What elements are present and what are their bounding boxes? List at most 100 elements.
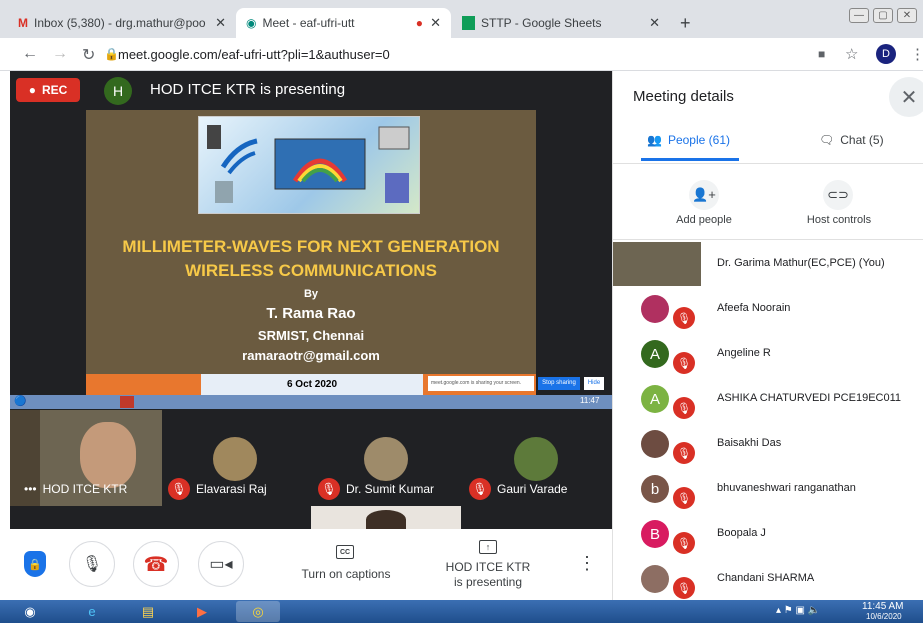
captions-icon[interactable]: CC [336, 545, 354, 559]
mic-off-icon: 🎙 [673, 577, 695, 599]
more-options-icon[interactable]: ⋮ [578, 553, 596, 574]
participant-name: Afeefa Noorain [717, 302, 791, 314]
participant-row[interactable]: 🎙 Afeefa Noorain [613, 287, 923, 332]
windows-taskbar: ◉ e ▤ ▶ ◎ ▴ ⚑ ▣ 🔈 11:45 AM 10/6/2020 [0, 600, 923, 623]
taskbar-date[interactable]: 10/6/2020 [866, 612, 902, 621]
host-controls-button[interactable]: Host controls [789, 214, 889, 226]
sheets-icon [462, 16, 475, 30]
participant-name: bhuvaneshwari ranganathan [717, 482, 856, 494]
star-icon[interactable]: ☆ [845, 45, 858, 63]
chrome-icon[interactable]: ◎ [236, 601, 280, 622]
microphone-icon: 🎙 [81, 556, 103, 573]
partial-video-tile [311, 506, 461, 529]
internet-explorer-icon[interactable]: e [74, 601, 110, 622]
new-tab-button[interactable]: + [680, 13, 691, 34]
start-button-icon[interactable]: ◉ [8, 601, 52, 622]
participant-row[interactable]: 🎙 Baisakhi Das [613, 422, 923, 467]
meeting-details-panel: Meeting details ✕ 👥 People (61) 🗨 Chat (5)… [612, 71, 923, 600]
tab-meet[interactable]: ◉ Meet - eaf-ufri-utt ● ✕ [236, 8, 451, 38]
self-video-thumbnail [613, 242, 701, 286]
add-person-icon[interactable]: 👤+ [689, 180, 719, 210]
slide-title-line-2: WIRELESS COMMUNICATIONS [185, 261, 437, 280]
meeting-controls-bar: 🔒 🎙 ☎ ▭◂ CC Turn on captions ↑ HOD ITCE … [0, 529, 612, 600]
microphone-button[interactable]: 🎙 [69, 541, 115, 587]
more-icon[interactable]: ••• [24, 482, 37, 496]
mic-off-icon: 🎙 [673, 352, 695, 374]
captions-label[interactable]: Turn on captions [298, 567, 394, 581]
add-people-button[interactable]: Add people [659, 214, 749, 226]
taskbar-time[interactable]: 11:45 AM [862, 601, 904, 612]
tab-title: Meet - eaf-ufri-utt [262, 16, 355, 30]
mic-off-icon: 🎙 [673, 397, 695, 419]
camera-icon[interactable]: ■ [818, 47, 825, 61]
mic-off-icon: 🎙 [318, 478, 340, 500]
mic-off-icon: 🎙 [469, 478, 491, 500]
hang-up-button[interactable]: ☎ [133, 541, 179, 587]
address-bar: ← → ↻ 🔒 meet.google.com/eaf-ufri-utt?pli… [0, 38, 923, 71]
participant-face [80, 422, 136, 488]
participant-row[interactable]: B 🎙 Boopala J [613, 512, 923, 557]
slide-date: 6 Oct 2020 [201, 374, 423, 395]
participant-avatar: A [641, 340, 669, 368]
tile-name-sumit: 🎙 Dr. Sumit Kumar [318, 478, 434, 500]
lock-icon: 🔒 [104, 47, 119, 61]
tray-icons[interactable]: ▴ ⚑ ▣ 🔈 [776, 605, 820, 616]
participant-row[interactable]: A 🎙 ASHIKA CHATURVEDI PCE19EC011 [613, 377, 923, 422]
close-icon[interactable]: ✕ [430, 15, 441, 31]
tab-chat[interactable]: 🗨 Chat (5) [819, 133, 884, 147]
shared-taskbar-strip: 🔵 11:47 [10, 395, 612, 409]
reload-icon[interactable]: ↻ [82, 45, 95, 65]
slide-author: T. Rama Rao [266, 305, 356, 322]
participant-hair [366, 510, 406, 529]
avatar-elavarasi [213, 437, 257, 481]
participant-row[interactable]: 🎙 Chandani SHARMA [613, 557, 923, 602]
participant-name: Dr. Garima Mathur(EC,PCE) (You) [717, 257, 885, 269]
maximize-icon[interactable]: ▢ [873, 8, 893, 23]
close-icon[interactable]: ✕ [215, 15, 226, 31]
kebab-menu-icon[interactable]: ⋮ [910, 45, 923, 63]
participant-name: Boopala J [717, 527, 766, 539]
participant-row[interactable]: A 🎙 Angeline R [613, 332, 923, 377]
camera-button[interactable]: ▭◂ [198, 541, 244, 587]
toggle-icon[interactable]: ⊂⊃ [823, 180, 853, 210]
mic-off-icon: 🎙 [168, 478, 190, 500]
minimize-icon[interactable]: — [849, 8, 869, 23]
share-notice: meet.google.com is sharing your screen. [428, 376, 534, 391]
present-label-line-2[interactable]: is presenting [440, 575, 536, 589]
rec-badge: ● REC [16, 78, 80, 102]
close-window-icon[interactable]: ✕ [897, 8, 917, 23]
media-player-icon[interactable]: ▶ [184, 601, 220, 622]
participant-row[interactable]: Dr. Garima Mathur(EC,PCE) (You) [613, 242, 923, 287]
tab-gmail[interactable]: M Inbox (5,380) - drg.mathur@poo ✕ [8, 8, 236, 38]
presenter-avatar: H [104, 77, 132, 105]
back-icon[interactable]: ← [22, 45, 38, 63]
participant-avatar [641, 295, 669, 323]
tab-title: Inbox (5,380) - drg.mathur@poo [34, 16, 206, 30]
file-explorer-icon[interactable]: ▤ [130, 601, 166, 622]
gmail-icon: M [18, 16, 28, 30]
avatar-sumit [364, 437, 408, 481]
tab-people[interactable]: 👥 People (61) [647, 133, 730, 147]
profile-avatar[interactable]: D [876, 44, 896, 64]
present-icon[interactable]: ↑ [479, 540, 497, 554]
people-icon: 👥 [647, 133, 662, 147]
present-label-line-1[interactable]: HOD ITCE KTR [440, 560, 536, 574]
close-panel-icon[interactable]: ✕ [889, 77, 923, 117]
url-field[interactable]: meet.google.com/eaf-ufri-utt?pli=1&authu… [118, 47, 390, 62]
recording-dot-icon: ● [415, 16, 423, 30]
slide-email: ramaraotr@gmail.com [242, 348, 380, 363]
tab-sheets[interactable]: STTP - Google Sheets ✕ [452, 8, 670, 38]
hide-button[interactable]: Hide [584, 377, 604, 390]
tile-name-elavarasi: 🎙 Elavarasi Raj [168, 478, 267, 500]
mic-off-icon: 🎙 [673, 307, 695, 329]
close-icon[interactable]: ✕ [649, 15, 660, 31]
meet-icon: ◉ [246, 16, 257, 30]
mic-off-icon: 🎙 [673, 442, 695, 464]
stop-sharing-button[interactable]: Stop sharing [538, 377, 580, 390]
forward-icon[interactable]: → [52, 45, 68, 63]
active-tab-indicator [641, 158, 739, 161]
divider [613, 163, 923, 164]
participant-row[interactable]: b 🎙 bhuvaneshwari ranganathan [613, 467, 923, 512]
shield-icon[interactable]: 🔒 [24, 551, 46, 577]
avatar-gauri [514, 437, 558, 481]
